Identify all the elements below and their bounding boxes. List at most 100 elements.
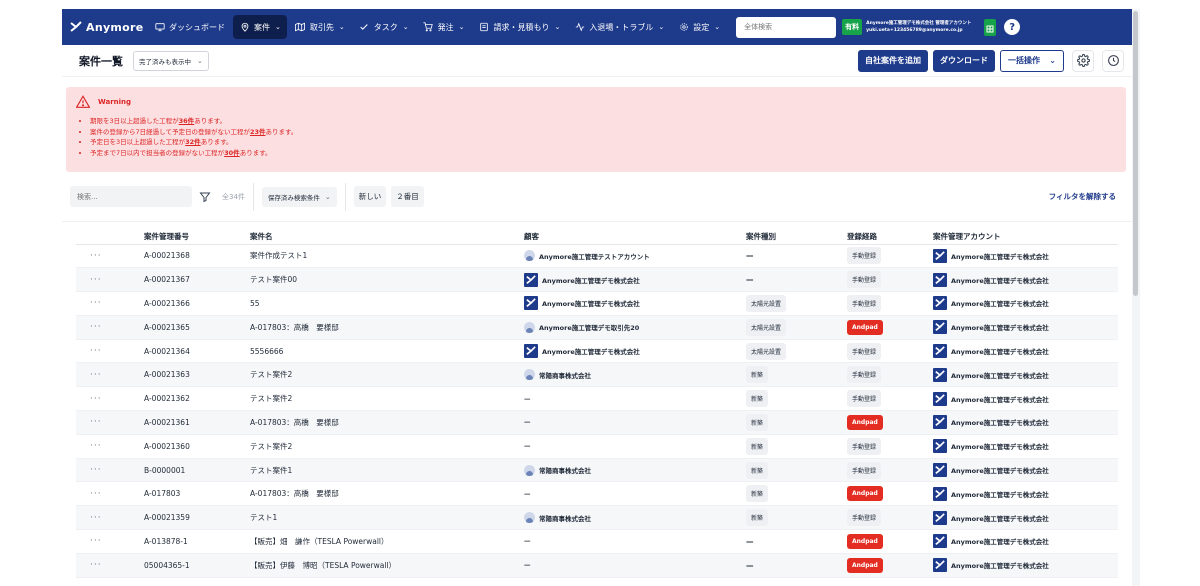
table-row[interactable]: ··· A-017803 A-017803：高橋 要様邸 — 新築 Andpad Anymo… bbox=[76, 481, 1118, 507]
project-id: A-013878-1 bbox=[140, 529, 246, 554]
row-menu-icon[interactable]: ··· bbox=[76, 244, 140, 269]
row-menu-icon[interactable]: ··· bbox=[76, 529, 140, 554]
row-menu-icon[interactable]: ··· bbox=[76, 458, 140, 483]
project-name[interactable]: テスト1 bbox=[246, 505, 520, 531]
brand-mark-icon bbox=[70, 21, 82, 32]
project-name[interactable]: テスト案件00 bbox=[246, 267, 520, 293]
table-row[interactable]: ··· A-00021362 テスト案件2 — 新築 手動登録 Anymore施工管理デモ株… bbox=[76, 386, 1118, 412]
account-info[interactable]: Anymore施工管理デモ株式会社 管理者アカウント yuki.ueta+123… bbox=[866, 20, 982, 34]
download-button[interactable]: ダウンロード bbox=[933, 49, 995, 72]
help-icon[interactable]: ? bbox=[1004, 19, 1021, 35]
table-row[interactable]: ··· A-00021364 5556666 Anymore施工管理デモ株式会社 太陽光… bbox=[76, 339, 1118, 364]
row-menu-icon[interactable]: ··· bbox=[76, 386, 140, 412]
document-icon bbox=[479, 22, 490, 33]
table-row[interactable]: ··· B-0000001 テスト案件1 常陽商事株式会社 新築 手動登録 Anymore施… bbox=[76, 458, 1118, 483]
nav-item-2[interactable]: 取引先 ⌄ bbox=[289, 15, 351, 39]
table-row[interactable]: ··· A-00021368 案件作成テスト1 Anymore施工管理テストアカウント… bbox=[76, 244, 1118, 269]
bulk-action-button[interactable]: 一括操作 ⌄ bbox=[1000, 49, 1064, 72]
row-menu-icon[interactable]: ··· bbox=[76, 315, 140, 340]
table-row[interactable]: ··· A-00021361 A-017803：高橋 要様邸 — 新築 Andpad Any… bbox=[76, 410, 1118, 435]
account-name: Anymore施工管理デモ株式会社 bbox=[951, 371, 1049, 380]
table-search-input[interactable] bbox=[70, 186, 192, 207]
show-completed-select[interactable]: 完了済みも表示中 ⌄ bbox=[133, 50, 209, 71]
project-name[interactable]: 55 bbox=[246, 291, 520, 316]
bulk-action-label: 一括操作 bbox=[1008, 56, 1040, 65]
row-menu-icon[interactable]: ··· bbox=[76, 481, 140, 507]
table-row[interactable]: ··· A-013878-1 【販売】畑 謙作（TESLA Powerwall） — —… bbox=[76, 529, 1118, 554]
row-menu-icon[interactable]: ··· bbox=[76, 505, 140, 531]
company-logo-icon bbox=[933, 415, 947, 430]
project-name[interactable]: テスト案件2 bbox=[246, 362, 520, 388]
project-name[interactable]: A-017803：高橋 要様邸 bbox=[246, 315, 520, 340]
filter-icon[interactable] bbox=[198, 190, 212, 204]
header-project-id[interactable]: 案件管理番号 bbox=[140, 230, 246, 245]
sort-second-button[interactable]: ２番目 bbox=[391, 186, 424, 207]
company-logo-icon bbox=[933, 463, 947, 478]
table-row[interactable]: ··· A-00021365 A-017803：高橋 要様邸 Anymore施工管理デ… bbox=[76, 315, 1118, 340]
clear-filter-link[interactable]: フィルタを解除する bbox=[1049, 191, 1116, 202]
warning-count-link[interactable]: 23件 bbox=[250, 128, 266, 136]
project-name[interactable]: 【販売】畑 謙作（TESLA Powerwall） bbox=[246, 529, 520, 554]
project-name[interactable]: 【販売】伊藤 博昭（TESLA Powerwall） bbox=[246, 553, 520, 578]
row-menu-icon[interactable]: ··· bbox=[76, 410, 140, 435]
warning-count-link[interactable]: 32件 bbox=[185, 138, 201, 146]
global-search-input[interactable] bbox=[736, 16, 837, 38]
project-name[interactable]: テスト案件2 bbox=[246, 386, 520, 412]
row-menu-icon[interactable]: ··· bbox=[76, 267, 140, 293]
warning-text: 期限を3日以上超過した工程が bbox=[90, 117, 179, 125]
header-project-kind[interactable]: 案件種別 bbox=[742, 230, 843, 245]
table-row[interactable]: ··· A-00021363 テスト案件2 常陽商事株式会社 新築 手動登録 Anymore… bbox=[76, 362, 1118, 388]
route-cell: 手動登録 bbox=[843, 386, 929, 412]
page-scrollbar[interactable] bbox=[1132, 9, 1140, 586]
chevron-down-icon: ⌄ bbox=[324, 192, 331, 201]
header-route[interactable]: 登録経路 bbox=[843, 230, 929, 245]
add-project-button[interactable]: 自社案件を追加 bbox=[858, 49, 928, 72]
row-menu-icon[interactable]: ··· bbox=[76, 362, 140, 388]
route-cell: 手動登録 bbox=[843, 291, 929, 316]
brand-logo[interactable]: Anymore bbox=[70, 21, 148, 34]
row-menu-icon[interactable]: ··· bbox=[76, 339, 140, 364]
project-id: A-00021364 bbox=[140, 339, 246, 364]
project-name[interactable]: 案件作成テスト1 bbox=[246, 244, 520, 269]
sort-newest-button[interactable]: 新しい bbox=[353, 186, 387, 207]
route-cell: 手動登録 bbox=[843, 339, 929, 364]
account-cell: Anymore施工管理デモ株式会社 bbox=[929, 362, 1118, 388]
company-logo-icon bbox=[933, 344, 947, 359]
project-name[interactable]: 5556666 bbox=[246, 339, 520, 364]
project-name[interactable]: A-017803：高橋 要様邸 bbox=[246, 410, 520, 435]
page-header: 案件一覧 完了済みも表示中 ⌄ 自社案件を追加 ダウンロード 一括操作 ⌄ bbox=[62, 45, 1132, 77]
nav-item-3[interactable]: タスク ⌄ bbox=[353, 15, 415, 39]
table-row[interactable]: ··· A-00021359 テスト1 常陽商事株式会社 新築 手動登録 Anymore施工… bbox=[76, 505, 1118, 531]
header-customer[interactable]: 顧客 bbox=[520, 230, 742, 245]
customer-name: Anymore施工管理デモ取引先20 bbox=[539, 324, 640, 333]
table-row[interactable]: ··· A-00021367 テスト案件00 Anymore施工管理デモ株式会社 — 手動… bbox=[76, 267, 1118, 293]
route-cell: 手動登録 bbox=[843, 362, 929, 388]
row-menu-icon[interactable]: ··· bbox=[76, 434, 140, 459]
spreadsheet-icon[interactable] bbox=[984, 18, 997, 36]
route-cell: 手動登録 bbox=[843, 505, 929, 531]
header-account[interactable]: 案件管理アカウント bbox=[929, 230, 1118, 245]
project-name[interactable]: テスト案件1 bbox=[246, 458, 520, 483]
saved-search-select[interactable]: 保存済み検索条件 ⌄ bbox=[261, 186, 337, 207]
nav-item-5[interactable]: 請求・見積もり ⌄ bbox=[473, 15, 567, 39]
nav-item-7[interactable]: 設定 ⌄ bbox=[672, 15, 726, 39]
header-project-name[interactable]: 案件名 bbox=[246, 230, 520, 245]
row-menu-icon[interactable]: ··· bbox=[76, 553, 140, 578]
table-row[interactable]: ··· 05004365-1 【販売】伊藤 博昭（TESLA Powerwall） —… bbox=[76, 553, 1118, 578]
warning-count-link[interactable]: 30件 bbox=[224, 149, 240, 157]
nav-item-1[interactable]: 案件 ⌄ bbox=[233, 15, 287, 39]
nav-item-0[interactable]: ダッシュボード bbox=[148, 15, 231, 39]
scrollbar-thumb[interactable] bbox=[1133, 11, 1138, 296]
settings-button[interactable] bbox=[1072, 49, 1094, 72]
project-name[interactable]: テスト案件2 bbox=[246, 434, 520, 459]
table-row[interactable]: ··· A-00021366 55 Anymore施工管理デモ株式会社 太陽光設置 手動登… bbox=[76, 291, 1118, 316]
nav-item-4[interactable]: 発注 ⌄ bbox=[417, 15, 471, 39]
route-cell: 手動登録 bbox=[843, 434, 929, 459]
row-menu-icon[interactable]: ··· bbox=[76, 291, 140, 316]
history-button[interactable] bbox=[1102, 49, 1124, 72]
project-name[interactable]: A-017803：高橋 要様邸 bbox=[246, 481, 520, 507]
nav-item-6[interactable]: 入退場・トラブル ⌄ bbox=[568, 15, 670, 39]
table-row[interactable]: ··· A-00021360 テスト案件2 — 新築 手動登録 Anymore施工管理デモ株… bbox=[76, 434, 1118, 459]
customer-name: — bbox=[524, 489, 531, 498]
warning-count-link[interactable]: 36件 bbox=[179, 117, 195, 125]
